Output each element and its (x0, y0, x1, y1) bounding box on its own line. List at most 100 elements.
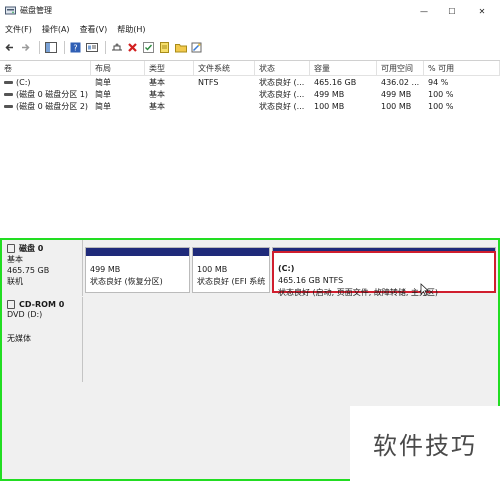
volume-filesystem: NTFS (198, 78, 219, 87)
table-row[interactable]: (磁盘 0 磁盘分区 1) 简单 基本 状态良好 (... 499 MB 499… (0, 89, 500, 101)
volume-type: 基本 (149, 78, 165, 87)
folder-icon (174, 43, 187, 52)
volume-list: 卷 布局 类型 文件系统 状态 容量 可用空间 % 可用 (C:) 简单 基本 … (0, 60, 500, 238)
show-hide-tree-icon (44, 41, 57, 53)
disk-name: CD-ROM 0 (19, 300, 65, 309)
column-header-free-space[interactable]: 可用空间 (377, 61, 424, 76)
menu-bar: 文件(F) 操作(A) 查看(V) 帮助(H) (0, 22, 500, 37)
menu-view[interactable]: 查看(V) (75, 22, 113, 37)
partition-bar (193, 248, 269, 256)
disk-status: 联机 (7, 277, 23, 286)
toolbar-separator (64, 40, 65, 54)
mouse-cursor-icon (420, 283, 429, 296)
delete-button[interactable] (126, 41, 139, 54)
maximize-button[interactable]: ☐ (436, 0, 468, 22)
volume-type: 基本 (149, 90, 165, 99)
new-button[interactable] (158, 41, 171, 54)
disk-size: 465.75 GB (7, 266, 50, 275)
partition-size: 100 MB (197, 265, 228, 274)
volume-free-space: 499 MB (381, 90, 412, 99)
maximize-icon: ☐ (448, 6, 456, 16)
menu-action[interactable]: 操作(A) (37, 22, 75, 37)
connect-icon (111, 43, 122, 50)
partition-status: 状态良好 (EFI 系统 (197, 277, 266, 286)
disk-management-app-icon (5, 6, 16, 15)
cdrom-0-label[interactable]: CD-ROM 0 DVD (D:) 无媒体 (2, 297, 83, 382)
column-header-status[interactable]: 状态 (255, 61, 310, 76)
volume-status: 状态良好 (... (259, 102, 305, 111)
properties-icon (85, 42, 98, 52)
disk-status: 无媒体 (7, 334, 31, 343)
volume-capacity: 499 MB (314, 90, 345, 99)
disk-name: 磁盘 0 (19, 244, 44, 253)
volume-icon (4, 81, 13, 84)
volume-icon (4, 93, 13, 96)
volume-type: 基本 (149, 102, 165, 111)
disk-type: 基本 (7, 255, 23, 264)
table-row[interactable]: (磁盘 0 磁盘分区 2) 简单 基本 状态良好 (... 100 MB 100… (0, 101, 500, 113)
back-icon (5, 43, 13, 51)
volume-layout: 简单 (95, 90, 111, 99)
wizard-button[interactable] (190, 41, 203, 54)
volume-percent-free: 94 % (428, 78, 449, 87)
close-button[interactable]: ✕ (466, 0, 498, 22)
cdrom-empty-area (84, 298, 498, 382)
column-header-capacity[interactable]: 容量 (310, 61, 377, 76)
svg-text:?: ? (73, 43, 77, 52)
toolbar-separator (105, 40, 106, 54)
column-header-filesystem[interactable]: 文件系统 (194, 61, 255, 76)
disk-management-window: 磁盘管理 — ☐ ✕ 文件(F) 操作(A) 查看(V) 帮助(H) ? 卷 布… (0, 0, 500, 481)
delete-icon (128, 42, 137, 52)
volume-status: 状态良好 (... (259, 90, 305, 99)
volume-free-space: 436.02 ... (381, 78, 420, 87)
watermark: 软件技巧 (350, 406, 500, 481)
table-row[interactable]: (C:) 简单 基本 NTFS 状态良好 (... 465.16 GB 436.… (0, 77, 500, 89)
title-bar: 磁盘管理 — ☐ ✕ (0, 0, 500, 22)
partition-recovery[interactable]: 499 MB 状态良好 (恢复分区) (85, 247, 190, 293)
volume-percent-free: 100 % (428, 90, 454, 99)
help-button[interactable]: ? (69, 41, 82, 54)
partition-status: 状态良好 (恢复分区) (90, 277, 163, 286)
volume-name: (磁盘 0 磁盘分区 2) (16, 102, 89, 111)
minimize-icon: — (420, 6, 428, 16)
show-hide-tree-button[interactable] (44, 41, 57, 54)
disk-0-label[interactable]: 磁盘 0 基本 465.75 GB 联机 (2, 240, 83, 296)
partition-title: (C:) (278, 264, 295, 273)
column-header-percent-free[interactable]: % 可用 (424, 61, 500, 76)
menu-help[interactable]: 帮助(H) (112, 22, 150, 37)
toolbar-separator (39, 40, 40, 54)
volume-layout: 简单 (95, 102, 111, 111)
partition-size: 465.16 GB NTFS (278, 276, 344, 285)
volume-free-space: 100 MB (381, 102, 412, 111)
toolbar: ? (0, 37, 500, 57)
volume-filesystem (194, 89, 255, 101)
forward-icon (22, 43, 30, 51)
partition-efi[interactable]: 100 MB 状态良好 (EFI 系统 (192, 247, 270, 293)
menu-file[interactable]: 文件(F) (0, 22, 37, 37)
close-icon: ✕ (478, 6, 486, 16)
partition-size: 499 MB (90, 265, 121, 274)
disk-type: DVD (D:) (7, 310, 43, 319)
cdrom-icon (7, 300, 15, 309)
volume-capacity: 100 MB (314, 102, 345, 111)
folder-button[interactable] (174, 41, 187, 54)
partition-bar (86, 248, 189, 256)
column-header-type[interactable]: 类型 (145, 61, 194, 76)
disk-icon (7, 244, 15, 253)
help-icon: ? (70, 42, 81, 52)
back-button[interactable] (3, 41, 16, 54)
volume-status: 状态良好 (... (259, 78, 305, 87)
properties-button[interactable] (85, 41, 98, 54)
column-header-layout[interactable]: 布局 (91, 61, 145, 76)
volume-name: (磁盘 0 磁盘分区 1) (16, 90, 89, 99)
volume-filesystem (194, 101, 255, 113)
checkmark-icon (143, 41, 154, 53)
connect-button[interactable] (110, 41, 123, 54)
wizard-icon (191, 42, 202, 52)
volume-percent-free: 100 % (428, 102, 454, 111)
partition-c[interactable]: (C:) 465.16 GB NTFS 状态良好 (启动, 页面文件, 故障转储… (272, 251, 496, 297)
column-header-volume[interactable]: 卷 (0, 61, 91, 76)
forward-button[interactable] (19, 41, 32, 54)
check-button[interactable] (142, 41, 155, 54)
volume-layout: 简单 (95, 78, 111, 87)
